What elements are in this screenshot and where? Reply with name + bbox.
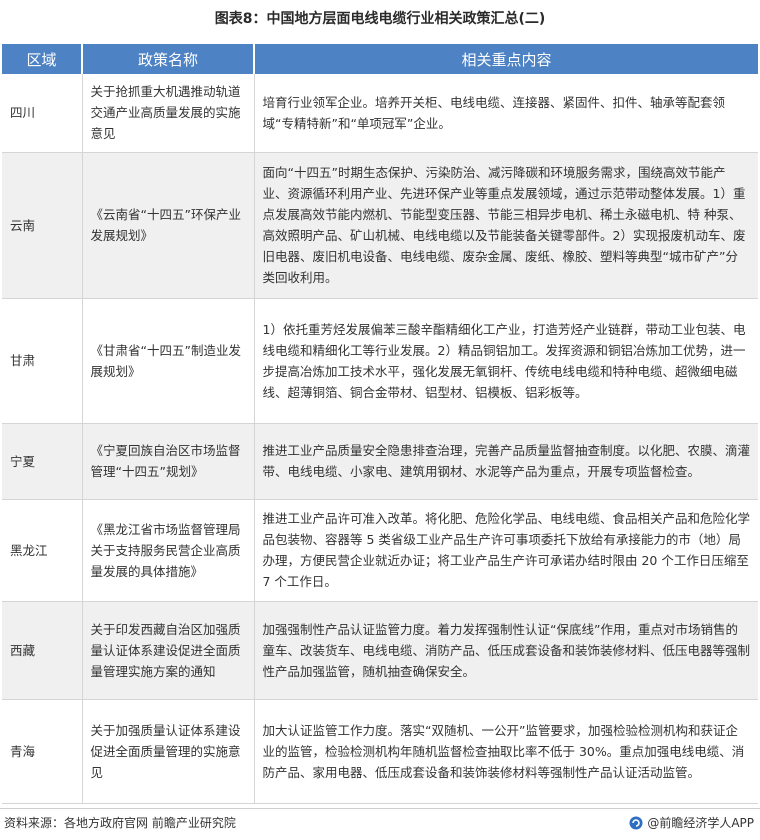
content-cell: 推进工业产品质量安全隐患排查治理，完善产品质量监督抽查制度。以化肥、农膜、滴灌带… bbox=[254, 423, 758, 500]
column-header-region: 区域 bbox=[2, 44, 83, 74]
policy-name-cell: 《黑龙江省市场监督管理局关于支持服务民营企业高质量发展的具体措施》 bbox=[82, 499, 255, 602]
policy-name-cell: 关于印发西藏自治区加强质量认证体系建设促进全面质量管理实施方案的通知 bbox=[82, 601, 255, 700]
content-cell: 1）依托重芳烃发展偏苯三酸辛酯精细化工产业，打造芳烃产业链群，带动工业包装、电线… bbox=[254, 298, 758, 424]
footer-divider bbox=[0, 808, 760, 809]
policy-name-cell: 《宁夏回族自治区市场监督管理“十四五”规划》 bbox=[82, 423, 255, 500]
figure-title: 图表8：中国地方层面电线电缆行业相关政策汇总(二) bbox=[214, 11, 546, 27]
region-cell: 宁夏 bbox=[2, 423, 83, 500]
source-note: 资料来源：各地方政府官网 前瞻产业研究院 bbox=[4, 816, 236, 830]
table-row: 云南 《云南省“十四五”环保产业发展规划》 面向“十四五”时期生态保护、污染防治… bbox=[2, 152, 758, 299]
policy-table: 区域 政策名称 相关重点内容 四川 关于抢抓重大机遇推动轨道交通产业高质量发展的… bbox=[2, 44, 758, 804]
policy-name-cell: 《甘肃省“十四五”制造业发展规划》 bbox=[82, 298, 255, 424]
region-cell: 黑龙江 bbox=[2, 499, 83, 602]
region-cell: 西藏 bbox=[2, 601, 83, 700]
table-row: 西藏 关于印发西藏自治区加强质量认证体系建设促进全面质量管理实施方案的通知 加强… bbox=[2, 601, 758, 700]
table-row: 甘肃 《甘肃省“十四五”制造业发展规划》 1）依托重芳烃发展偏苯三酸辛酯精细化工… bbox=[2, 298, 758, 424]
content-cell: 推进工业产品许可准入改革。将化肥、危险化学品、电线电缆、食品相关产品和危险化学品… bbox=[254, 499, 758, 602]
table-header-row: 区域 政策名称 相关重点内容 bbox=[2, 44, 758, 74]
table-row: 青海 关于加强质量认证体系建设促进全面质量管理的实施意见 加大认证监管工作力度。… bbox=[2, 699, 758, 804]
policy-name-cell: 《云南省“十四五”环保产业发展规划》 bbox=[82, 152, 255, 299]
table-row: 宁夏 《宁夏回族自治区市场监督管理“十四五”规划》 推进工业产品质量安全隐患排查… bbox=[2, 423, 758, 500]
region-cell: 云南 bbox=[2, 152, 83, 299]
table-row: 四川 关于抢抓重大机遇推动轨道交通产业高质量发展的实施意见 培育行业领军企业。培… bbox=[2, 74, 758, 153]
content-cell: 加强强制性产品认证监管力度。着力发挥强制性认证“保底线”作用，重点对市场销售的童… bbox=[254, 601, 758, 700]
region-cell: 四川 bbox=[2, 74, 83, 153]
region-cell: 甘肃 bbox=[2, 298, 83, 424]
brand-label: @前瞻经济学人APP bbox=[647, 816, 754, 830]
column-header-policy: 政策名称 bbox=[82, 44, 255, 74]
content-cell: 面向“十四五”时期生态保护、污染防治、减污降碳和环境服务需求，围绕高效节能产业、… bbox=[254, 152, 758, 299]
policy-name-cell: 关于加强质量认证体系建设促进全面质量管理的实施意见 bbox=[82, 699, 255, 804]
table-row: 黑龙江 《黑龙江省市场监督管理局关于支持服务民营企业高质量发展的具体措施》 推进… bbox=[2, 499, 758, 602]
column-header-content: 相关重点内容 bbox=[254, 44, 758, 74]
content-cell: 培育行业领军企业。培养开关柜、电线电缆、连接器、紧固件、扣件、轴承等配套领域“专… bbox=[254, 74, 758, 153]
brand-credit: @前瞻经济学人APP bbox=[629, 814, 754, 831]
region-cell: 青海 bbox=[2, 699, 83, 804]
brand-logo-icon bbox=[629, 816, 643, 829]
policy-name-cell: 关于抢抓重大机遇推动轨道交通产业高质量发展的实施意见 bbox=[82, 74, 255, 153]
content-cell: 加大认证监管工作力度。落实“双随机、一公开”监管要求，加强检验检测机构和获证企业… bbox=[254, 699, 758, 804]
